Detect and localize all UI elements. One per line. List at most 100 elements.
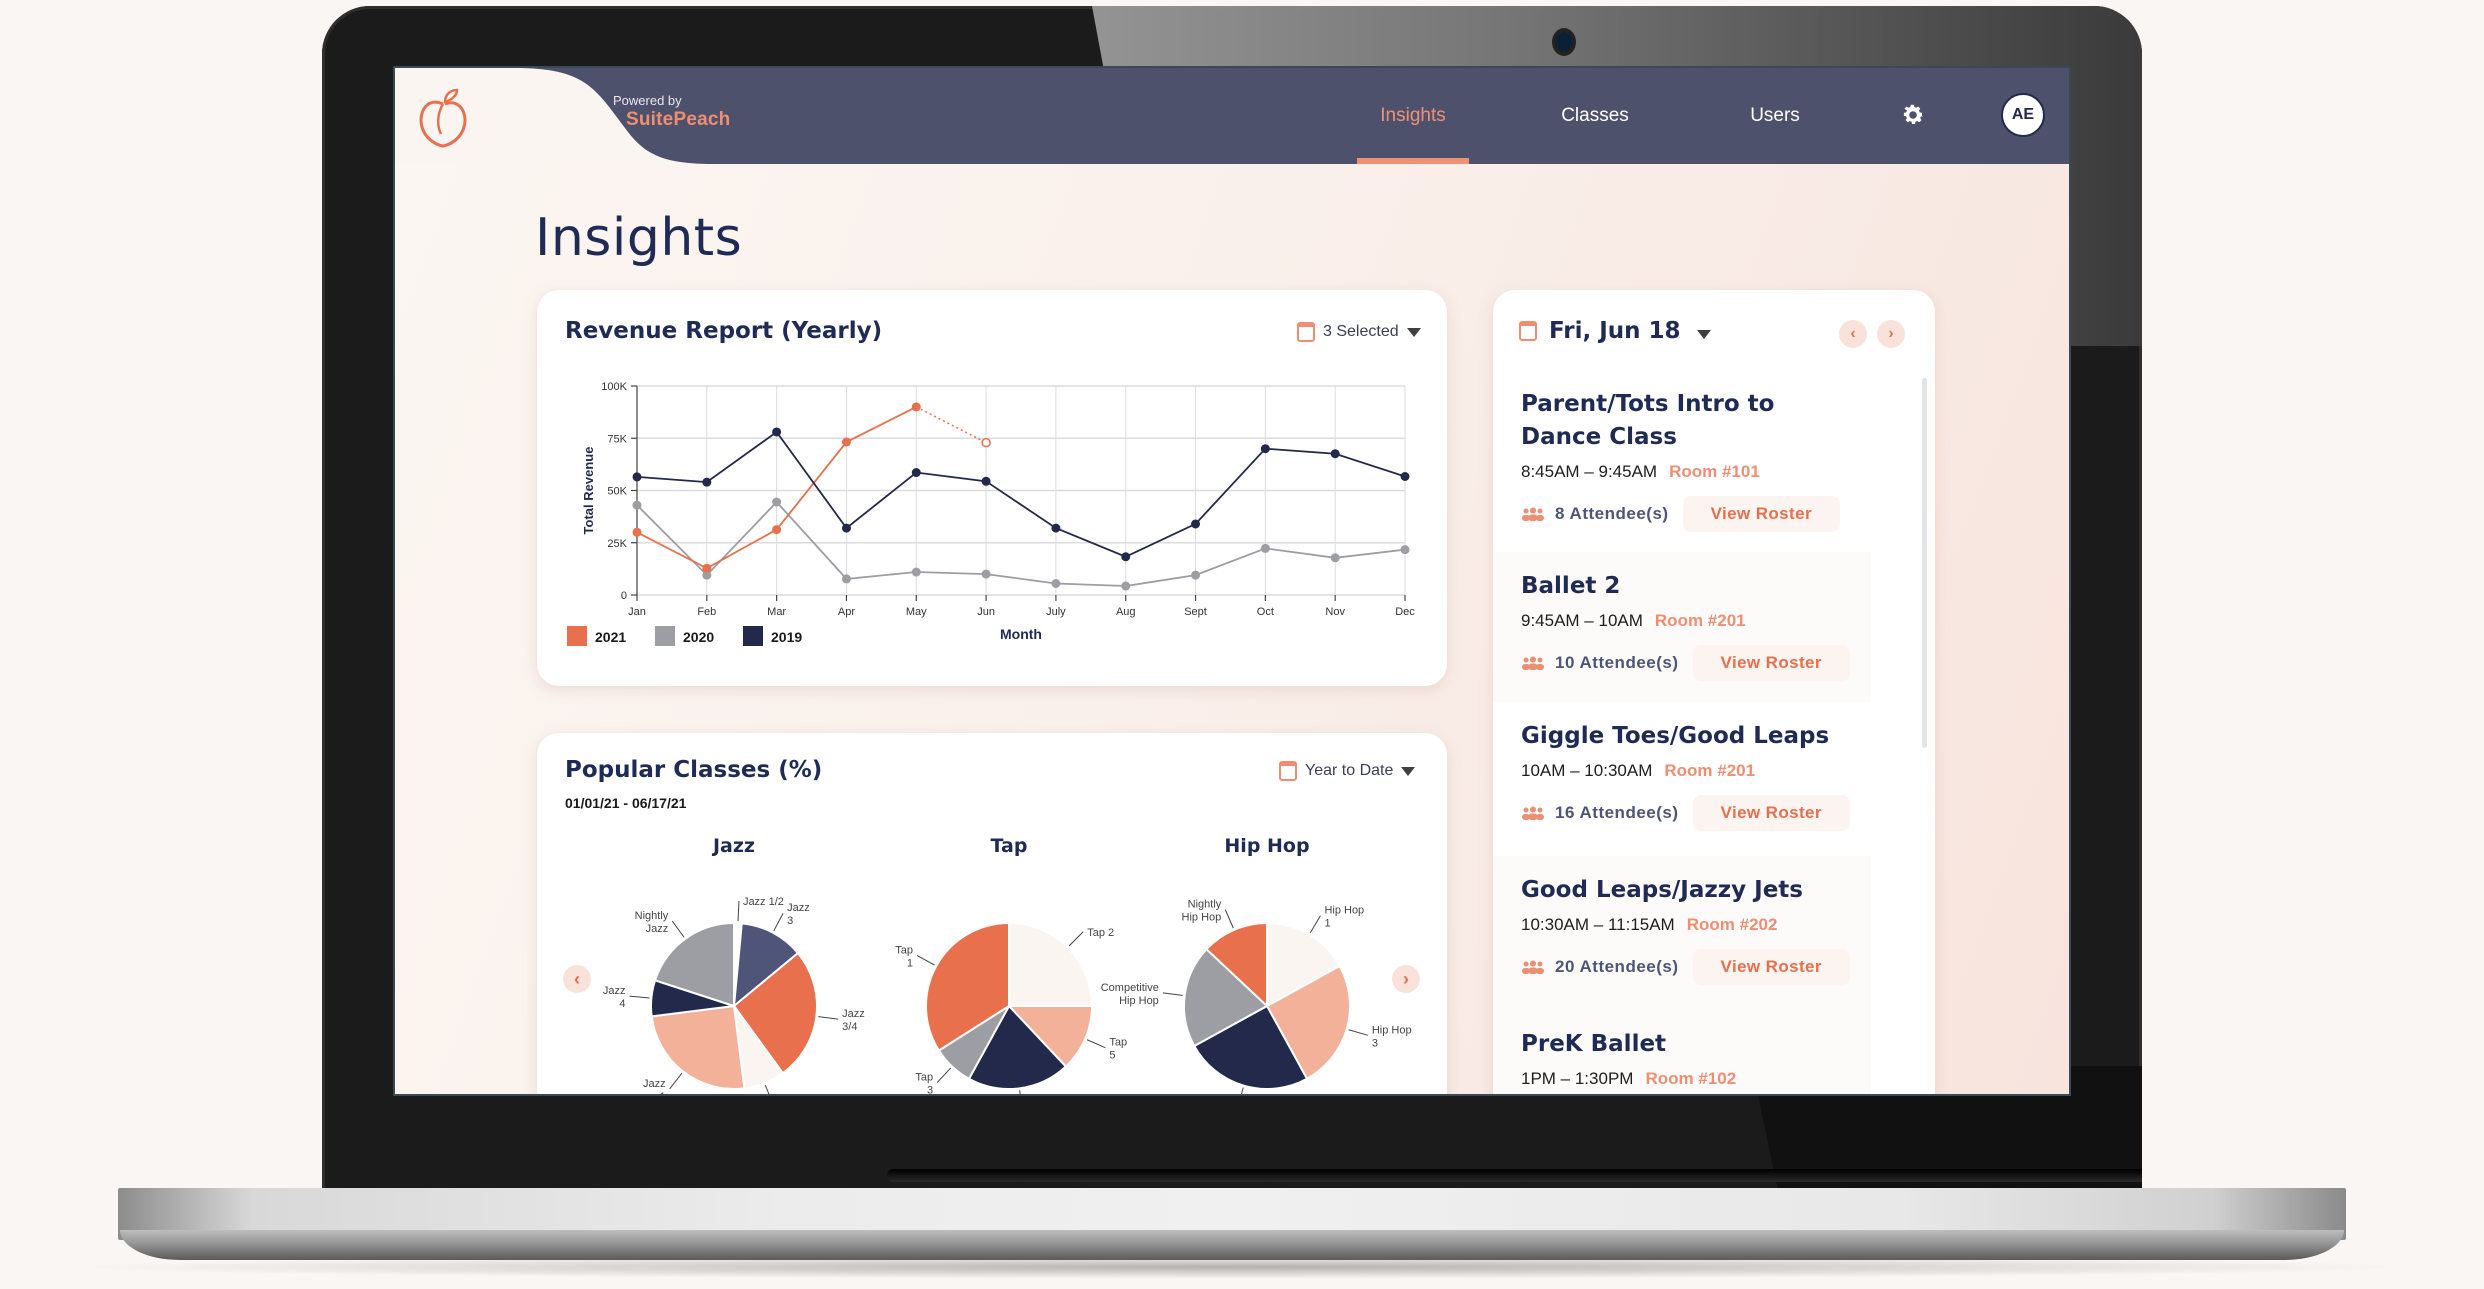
laptop-mockup: Powered by SuitePeach Insights Classes U… — [0, 0, 2484, 1289]
pie-hip-hop: Hip Hop1Hip Hop3Hip Hop2CompetitiveHip H… — [1101, 899, 1412, 1094]
popular-card-title: Popular Classes (%) — [565, 757, 823, 783]
legend-swatch-2021 — [567, 626, 587, 646]
view-roster-button[interactable]: View Roster — [1692, 949, 1850, 985]
pie-slice-label: Competitive Hip Hop — [1101, 982, 1159, 1007]
view-roster-button[interactable]: View Roster — [1682, 496, 1840, 532]
schedule-date-picker[interactable]: Fri, Jun 18 — [1519, 318, 1681, 344]
pie-slice-label-line: 3 — [787, 915, 793, 927]
powered-by-label: Powered by — [613, 93, 682, 108]
data-point-2019 — [981, 476, 991, 486]
nav-tab-classes[interactable]: Classes — [1535, 68, 1655, 164]
active-tab-indicator — [1357, 158, 1469, 164]
pie-slice-label-line: Tap — [1109, 1037, 1127, 1049]
data-point-2019 — [702, 477, 712, 487]
pie-leader-line — [629, 995, 650, 999]
caret-down-icon[interactable] — [1697, 330, 1711, 339]
projected-point-2021 — [981, 437, 991, 448]
legend-label-2019: 2019 — [771, 629, 802, 645]
nav-tab-label: Classes — [1561, 105, 1629, 126]
data-point-2020 — [632, 500, 642, 510]
data-point-2019 — [1051, 523, 1061, 533]
x-tick-label: Oct — [1257, 606, 1274, 618]
class-time: 1PM – 1:30PM — [1521, 1069, 1634, 1088]
x-tick-label: Apr — [838, 606, 855, 618]
attendee-count: 8 Attendee(s) — [1521, 504, 1669, 524]
pie-slice-label-line: Tap 2 — [1087, 927, 1114, 939]
pie-leader-line — [1224, 909, 1234, 929]
class-list-item[interactable]: Parent/Tots Intro to Dance Class 8:45AM –… — [1493, 382, 1871, 552]
data-point-2019 — [772, 427, 782, 437]
revenue-card-title: Revenue Report (Yearly) — [565, 318, 883, 344]
class-room: Room #102 — [1645, 1069, 1737, 1088]
pie-title-tap: Tap — [990, 835, 1028, 857]
pie-leader-line — [1309, 915, 1321, 934]
data-point-2019 — [841, 523, 851, 533]
people-icon — [1522, 656, 1544, 670]
year-select-dropdown[interactable]: 3 Selected — [1297, 322, 1421, 342]
period-select-dropdown[interactable]: Year to Date — [1279, 761, 1416, 781]
page-title: Insights — [535, 208, 743, 268]
class-name: Good Leaps/Jazzy Jets — [1521, 877, 1803, 903]
nav-tab-users[interactable]: Users — [1715, 68, 1835, 164]
class-time: 8:45AM – 9:45AM — [1521, 462, 1658, 481]
class-time: 9:45AM – 10AM — [1521, 611, 1643, 630]
nav-tab-label: Insights — [1380, 105, 1446, 126]
x-tick-label: Jun — [977, 606, 995, 618]
x-tick-label: Mar — [767, 606, 786, 618]
data-point-2019 — [632, 472, 642, 482]
class-list-item[interactable]: Good Leaps/Jazzy Jets 10:30AM – 11:15AM R… — [1493, 856, 1871, 1010]
x-tick-label: Feb — [697, 606, 716, 618]
data-point-2019 — [1330, 449, 1340, 459]
x-tick-label: Jan — [628, 606, 646, 618]
daily-schedule-card: Fri, Jun 18 ‹ › Parent/Tots Intro to Danc… — [1493, 290, 1935, 1094]
y-tick-label: 100K — [601, 381, 627, 393]
attendee-count: 20 Attendee(s) — [1521, 957, 1679, 977]
peach-icon[interactable] — [415, 86, 471, 150]
pie-slice-label-line: Tap — [895, 944, 913, 956]
next-day-button[interactable]: › — [1877, 320, 1905, 348]
nav-tab-label: Users — [1750, 105, 1800, 126]
data-point-2019 — [1191, 519, 1201, 529]
pie-leader-line — [1162, 992, 1183, 996]
pie-slice-label-line: Hip Hop — [1119, 995, 1159, 1007]
data-point-2019 — [1260, 444, 1270, 454]
pie-leader-line — [1019, 1090, 1021, 1094]
popular-classes-pie-charts: Jazz 1/2Jazz3Jazz3/4AdultJazz1Jazz4Night… — [603, 896, 1412, 1094]
calendar-icon — [1279, 761, 1297, 781]
pie-slice-label-line: Jazz 1/2 — [743, 896, 784, 908]
pie-slice-label-line: Jazz — [603, 985, 626, 997]
pie-slice-label: Jazz 4 — [603, 985, 626, 1010]
class-list-item[interactable]: Giggle Toes/Good Leaps 10AM – 10:30AM Roo… — [1493, 702, 1871, 856]
dropdown-value: 3 Selected — [1323, 323, 1399, 340]
prev-day-button[interactable]: ‹ — [1839, 320, 1867, 348]
view-roster-button[interactable]: View Roster — [1692, 645, 1850, 681]
pie-slice-label-line: Hip Hop — [1324, 905, 1364, 917]
pie-slice-label-line: 3/4 — [842, 1021, 857, 1033]
y-tick-label: 75K — [607, 433, 627, 445]
schedule-scrollbar[interactable] — [1922, 378, 1927, 748]
legend-swatch-2020 — [655, 626, 675, 646]
user-avatar[interactable]: AE — [2001, 93, 2045, 137]
pie-leader-line — [671, 920, 685, 938]
caret-down-icon — [1401, 766, 1416, 776]
top-nav-bar: Powered by SuitePeach Insights Classes U… — [395, 68, 2069, 164]
pie-leader-line — [773, 912, 784, 932]
pie-slice-label: Tap 5 — [1109, 1037, 1127, 1062]
gear-icon[interactable] — [1900, 102, 1926, 128]
pie-slice-label: Tap 2 — [1087, 927, 1114, 939]
brand-name: SuitePeach — [626, 109, 731, 130]
class-time: 10AM – 10:30AM — [1521, 761, 1653, 780]
view-roster-button[interactable]: View Roster — [1692, 795, 1850, 831]
legend-label-2020: 2020 — [683, 629, 714, 645]
revenue-line-chart: 0 25K 50K 75K 100K Jan Feb Mar Apr May Jun July Aug S… — [567, 381, 1415, 646]
pie-title-jazz: Jazz — [712, 835, 755, 857]
pie-leader-line — [1086, 1039, 1106, 1049]
class-list-item[interactable]: Ballet 2 9:45AM – 10AM Room #201 10 Atten… — [1493, 552, 1871, 702]
data-point-2021 — [632, 527, 642, 537]
date-range-label: 01/01/21 - 06/17/21 — [565, 795, 687, 811]
class-list-item[interactable]: PreK Ballet 1PM – 1:30PM Room #102 — [1493, 1010, 1871, 1094]
pie-slice-label-line: Hip Hop — [1182, 912, 1222, 924]
nav-tab-insights[interactable]: Insights — [1357, 68, 1469, 164]
pie-slice-label: Jazz 3 — [787, 902, 810, 927]
pie-leader-line — [669, 1072, 683, 1090]
